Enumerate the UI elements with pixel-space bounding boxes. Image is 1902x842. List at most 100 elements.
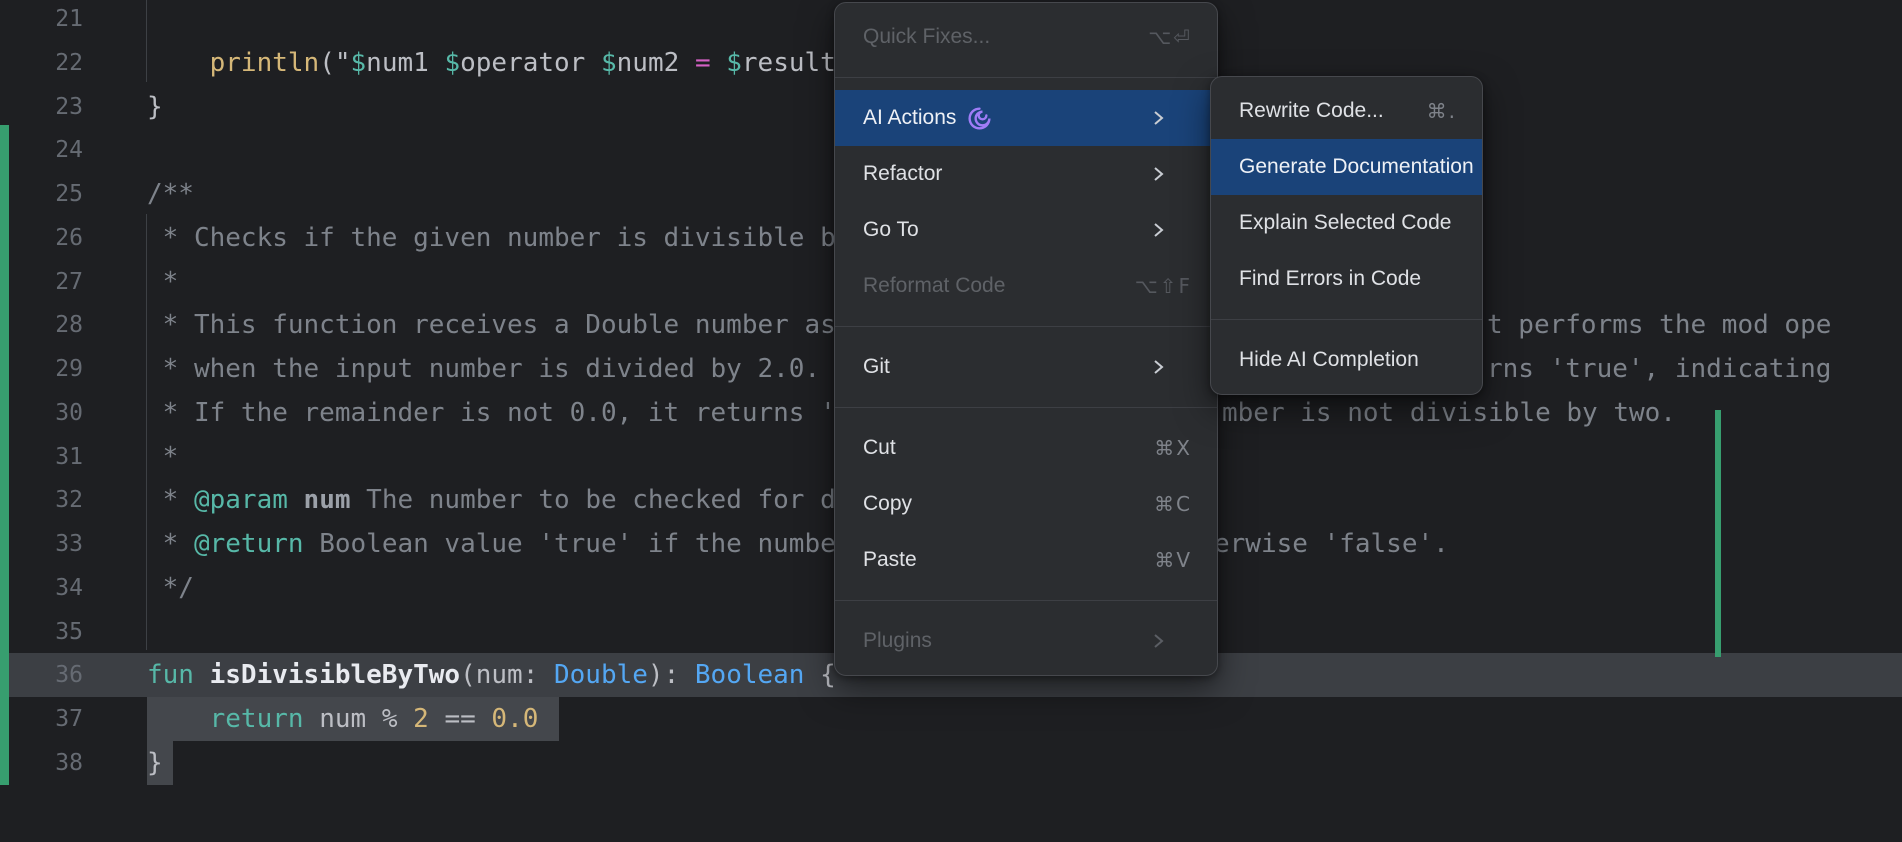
code-token: 2 bbox=[413, 704, 429, 734]
code-line: * bbox=[147, 435, 178, 479]
code-token: The number to be checked for di bbox=[351, 485, 852, 515]
code-line: return num % 2 == 0.0 bbox=[147, 697, 538, 741]
chevron-right-icon bbox=[1151, 221, 1166, 239]
chevron-right-icon bbox=[1151, 109, 1166, 127]
menu-item-label: Go To bbox=[863, 218, 919, 242]
code-token: Boolean bbox=[695, 660, 805, 690]
line-number[interactable]: 31 bbox=[0, 435, 83, 479]
context-menu-item-cut[interactable]: Cut ⌘X bbox=[835, 420, 1217, 476]
code-token: operator bbox=[460, 48, 601, 78]
code-token: @param bbox=[194, 485, 288, 515]
code-line: * This function receives a Double number… bbox=[147, 303, 836, 347]
ai-swirl-icon bbox=[966, 105, 993, 132]
line-number[interactable]: 33 bbox=[0, 522, 83, 566]
menu-separator bbox=[835, 314, 1217, 339]
menu-item-label: AI Actions bbox=[863, 106, 956, 130]
menu-separator bbox=[835, 65, 1217, 90]
line-number[interactable]: 23 bbox=[0, 85, 83, 129]
context-menu-item-refactor[interactable]: Refactor bbox=[835, 146, 1217, 202]
editor-context-menu: Quick Fixes...⌥⏎ AI Actions Refactor Go To R… bbox=[834, 2, 1218, 676]
menu-item-label: Git bbox=[863, 355, 890, 379]
line-number[interactable]: 32 bbox=[0, 478, 83, 522]
line-number[interactable]: 30 bbox=[0, 391, 83, 435]
code-token: } bbox=[147, 748, 163, 778]
code-line-continuation: rns 'true', indicating bbox=[1487, 347, 1831, 391]
context-menu-item-go-to[interactable]: Go To bbox=[835, 202, 1217, 258]
context-menu-item-git[interactable]: Git bbox=[835, 339, 1217, 395]
menu-separator bbox=[1211, 307, 1482, 332]
menu-item-label: Paste bbox=[863, 548, 917, 572]
line-number[interactable]: 26 bbox=[0, 216, 83, 260]
code-token: Boolean value 'true' if the number bbox=[304, 529, 852, 559]
menu-item-shortcut: ⌘X bbox=[1154, 436, 1192, 460]
line-number[interactable]: 36 bbox=[0, 653, 83, 697]
context-menu-item-paste[interactable]: Paste ⌘V bbox=[835, 532, 1217, 588]
ai-submenu-item-generate-documentation[interactable]: Generate Documentation bbox=[1211, 139, 1482, 195]
code-line: } bbox=[147, 741, 163, 785]
code-token: * bbox=[147, 485, 194, 515]
line-number[interactable]: 29 bbox=[0, 347, 83, 391]
code-line: } bbox=[147, 85, 163, 129]
code-token: $ bbox=[444, 48, 460, 78]
menu-item-shortcut: ⌘V bbox=[1154, 548, 1192, 572]
menu-item-label: Refactor bbox=[863, 162, 942, 186]
code-token: num bbox=[304, 704, 382, 734]
code-token: * This function receives a Double number… bbox=[147, 310, 836, 340]
line-number[interactable]: 21 bbox=[0, 0, 83, 41]
code-token: $ bbox=[601, 48, 617, 78]
menu-item-shortcut: ⌘. bbox=[1427, 99, 1457, 123]
menu-item-label: Reformat Code bbox=[863, 274, 1005, 298]
code-token: Double bbox=[554, 660, 648, 690]
context-menu-item-plugins[interactable]: Plugins bbox=[835, 613, 1217, 669]
code-token: { bbox=[804, 660, 835, 690]
code-token: */ bbox=[147, 573, 194, 603]
line-number[interactable]: 37 bbox=[0, 697, 83, 741]
code-token: (" bbox=[319, 48, 350, 78]
code-line: * Checks if the given number is divisibl… bbox=[147, 216, 851, 260]
line-number[interactable]: 34 bbox=[0, 566, 83, 610]
chevron-right-icon bbox=[1151, 358, 1166, 376]
ai-submenu-item-find-errors-in-code[interactable]: Find Errors in Code bbox=[1211, 251, 1482, 307]
line-number[interactable]: 35 bbox=[0, 610, 83, 654]
ai-submenu-item-rewrite-code[interactable]: Rewrite Code... ⌘. bbox=[1211, 83, 1482, 139]
code-line-continuation: mber is not divisible by two. bbox=[1222, 391, 1676, 435]
code-token: * bbox=[147, 442, 178, 472]
code-token: (num: bbox=[460, 660, 554, 690]
code-token: $ bbox=[351, 48, 367, 78]
code-token: == bbox=[429, 704, 492, 734]
context-menu-item-ai-actions[interactable]: AI Actions bbox=[835, 90, 1217, 146]
code-token: /** bbox=[147, 179, 194, 209]
code-line: */ bbox=[147, 566, 194, 610]
context-menu-item-reformat-code[interactable]: Reformat Code⌥⇧F bbox=[835, 258, 1217, 314]
code-token bbox=[711, 48, 727, 78]
menu-item-shortcut: ⌘C bbox=[1154, 492, 1192, 516]
code-token: num2 bbox=[617, 48, 695, 78]
code-token bbox=[288, 485, 304, 515]
code-token: * If the remainder is not 0.0, it return… bbox=[147, 398, 836, 428]
line-number[interactable]: 22 bbox=[0, 41, 83, 85]
line-number[interactable]: 25 bbox=[0, 172, 83, 216]
line-number[interactable]: 24 bbox=[0, 128, 83, 172]
line-number[interactable]: 28 bbox=[0, 303, 83, 347]
code-token: num1 bbox=[366, 48, 444, 78]
line-number[interactable]: 27 bbox=[0, 260, 83, 304]
menu-item-label: Cut bbox=[863, 436, 896, 460]
code-token: = bbox=[695, 48, 711, 78]
line-number[interactable]: 38 bbox=[0, 741, 83, 785]
code-line: * bbox=[147, 260, 178, 304]
chevron-right-icon bbox=[1151, 632, 1166, 650]
code-token: * when the input number is divided by 2.… bbox=[147, 354, 851, 384]
code-token: 0.0 bbox=[491, 704, 538, 734]
ai-actions-submenu: Rewrite Code... ⌘. Generate DocumentationE… bbox=[1210, 76, 1483, 395]
code-line: fun isDivisibleByTwo(num: Double): Boole… bbox=[147, 653, 836, 697]
menu-item-label: Rewrite Code... bbox=[1239, 99, 1384, 123]
ide-window: 212223242526272829303132333435363738 pri… bbox=[0, 0, 1902, 842]
code-token: * bbox=[147, 267, 178, 297]
code-token bbox=[147, 48, 210, 78]
code-token: $ bbox=[726, 48, 742, 78]
ai-submenu-item-hide-ai-completion[interactable]: Hide AI Completion bbox=[1211, 332, 1482, 388]
change-scroll-marker bbox=[1715, 410, 1721, 657]
context-menu-item-quick-fixes[interactable]: Quick Fixes...⌥⏎ bbox=[835, 9, 1217, 65]
context-menu-item-copy[interactable]: Copy⌘C bbox=[835, 476, 1217, 532]
ai-submenu-item-explain-selected-code[interactable]: Explain Selected Code bbox=[1211, 195, 1482, 251]
